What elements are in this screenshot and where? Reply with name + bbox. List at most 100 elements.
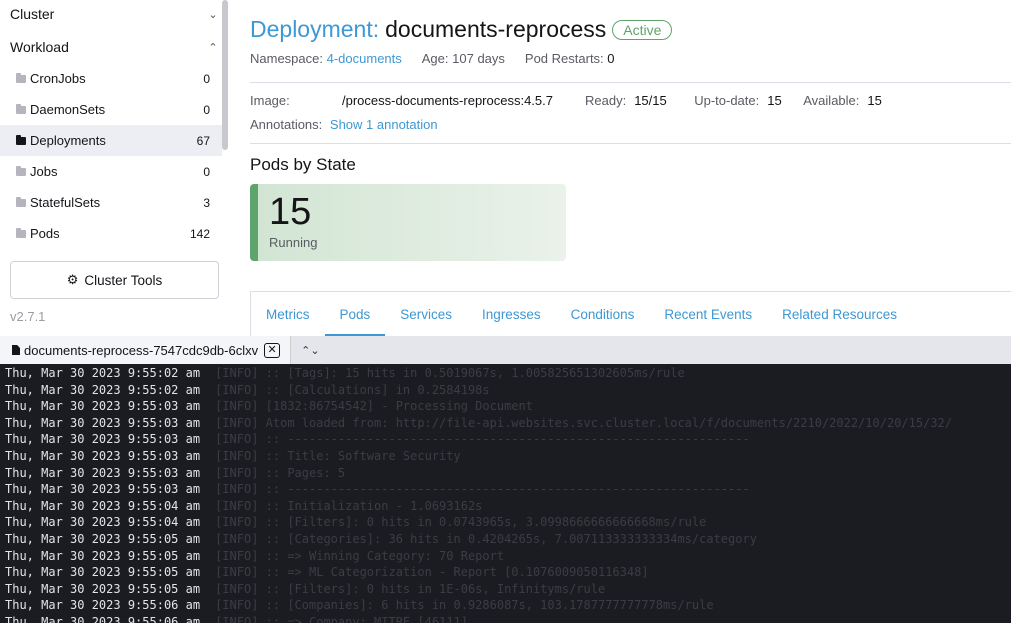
tab-related-resources[interactable]: Related Resources — [767, 292, 912, 336]
log-timestamp: Thu, Mar 30 2023 9:55:03 am — [5, 448, 201, 463]
log-message: [INFO] :: [Calculations] in 0.2584198s — [215, 382, 490, 397]
status-badge: Active — [612, 19, 673, 40]
log-line: Thu, Mar 30 2023 9:55:02 am [INFO] :: [Ca… — [0, 382, 1011, 399]
log-message: [INFO] :: [Companies]: 6 hits in 0.92860… — [215, 598, 714, 613]
namespace-label: Namespace: — [250, 51, 323, 66]
tab-services[interactable]: Services — [385, 292, 467, 336]
sidebar-item-deployments[interactable]: Deployments 67 — [0, 125, 222, 156]
log-timestamp: Thu, Mar 30 2023 9:55:03 am — [5, 415, 201, 430]
log-line: Thu, Mar 30 2023 9:55:06 am [INFO] :: [Co… — [0, 597, 1011, 614]
log-tab[interactable]: documents-reprocess-7547cdc9db-6clxv ✕ — [0, 336, 292, 364]
folder-icon — [16, 196, 26, 207]
folder-icon — [16, 165, 26, 176]
log-timestamp: Thu, Mar 30 2023 9:55:04 am — [5, 515, 201, 530]
chevron-up-icon: ⌃ — [208, 41, 218, 54]
sidebar-item-label: Deployments — [30, 133, 106, 148]
image-value: /process-documents-reprocess:4.5.7 — [342, 93, 553, 108]
log-timestamp: Thu, Mar 30 2023 9:55:04 am — [5, 498, 201, 513]
log-message: [INFO] :: [Tags]: 15 hits in 0.5019067s,… — [215, 366, 685, 380]
sidebar-item-count: 142 — [189, 226, 210, 241]
log-message: [INFO] :: => Company: MITRE [46111] — [215, 614, 468, 623]
namespace-link[interactable]: 4-documents — [327, 51, 402, 66]
sidebar-scrollbar[interactable] — [222, 0, 228, 150]
sidebar-group-label: Cluster — [10, 6, 55, 22]
log-message: [INFO] :: ------------------------------… — [215, 482, 750, 497]
uptodate-value: 15 — [767, 93, 782, 108]
expand-collapse-icon[interactable]: ⌃⌄ — [301, 344, 319, 357]
log-line: Thu, Mar 30 2023 9:55:03 am [INFO] :: Pag… — [0, 465, 1011, 482]
chevron-down-icon: ⌄ — [208, 8, 218, 21]
log-timestamp: Thu, Mar 30 2023 9:55:02 am — [5, 366, 201, 380]
annotations-label: Annotations: — [250, 117, 323, 132]
log-panel-tabbar: documents-reprocess-7547cdc9db-6clxv ✕ ⌃… — [0, 336, 1011, 364]
log-message: [INFO] :: [Filters]: 0 hits in 1E-06s, I… — [215, 581, 606, 596]
close-icon[interactable]: ✕ — [264, 342, 281, 358]
sidebar-item-label: Pods — [30, 226, 60, 241]
pod-state-card-running[interactable]: 15 Running — [250, 184, 566, 261]
sidebar-item-count: 0 — [203, 102, 210, 117]
sidebar-item-count: 3 — [203, 195, 210, 210]
log-line: Thu, Mar 30 2023 9:55:04 am [INFO] :: [Fi… — [0, 514, 1011, 531]
log-message: [INFO] [1832:86754542] - Processing Docu… — [215, 399, 533, 414]
tab-pods[interactable]: Pods — [324, 292, 386, 336]
folder-icon — [16, 227, 26, 238]
sidebar-item-cronjobs[interactable]: CronJobs 0 — [0, 63, 222, 94]
uptodate-label: Up-to-date: — [694, 93, 760, 108]
log-timestamp: Thu, Mar 30 2023 9:55:05 am — [5, 581, 201, 596]
log-line: Thu, Mar 30 2023 9:55:03 am [INFO] :: Tit… — [0, 448, 1011, 465]
sidebar-item-daemonsets[interactable]: DaemonSets 0 — [0, 94, 222, 125]
log-message: [INFO] Atom loaded from: http://file-api… — [215, 415, 952, 430]
sidebar-item-count: 0 — [203, 164, 210, 179]
ready-value: 15/15 — [634, 93, 667, 108]
pod-state-count: 15 — [269, 191, 312, 233]
image-label: Image: — [250, 93, 290, 108]
divider — [250, 82, 1011, 83]
restarts-label: Pod Restarts: — [524, 51, 604, 66]
log-message: [INFO] :: => ML Categorization - Report … — [215, 565, 649, 580]
sidebar-item-jobs[interactable]: Jobs 0 — [0, 156, 222, 187]
age-value: 107 days — [452, 51, 505, 66]
restarts-value: 0 — [607, 51, 615, 66]
tab-ingresses[interactable]: Ingresses — [467, 292, 556, 336]
restarts-field: Pod Restarts: 0 — [525, 51, 615, 66]
main-content: Deployment: documents-reprocess Active N… — [231, 0, 1011, 336]
tab-conditions[interactable]: Conditions — [556, 292, 650, 336]
gear-icon: ⚙ — [66, 272, 79, 287]
log-message: [INFO] :: => Winning Category: 70 Report — [215, 548, 505, 563]
folder-icon — [16, 103, 26, 114]
sidebar-item-label: StatefulSets — [30, 195, 101, 210]
log-message: [INFO] :: [Categories]: 36 hits in 0.420… — [215, 531, 757, 546]
log-line: Thu, Mar 30 2023 9:55:03 am [INFO] :: ---… — [0, 431, 1011, 448]
log-output[interactable]: Thu, Mar 30 2023 9:55:02 am [INFO] :: [Ta… — [0, 364, 1011, 623]
namespace-field: Namespace: 4-documents — [250, 51, 402, 66]
cluster-tools-button[interactable]: ⚙ Cluster Tools — [10, 261, 219, 299]
log-line: Thu, Mar 30 2023 9:55:03 am [INFO] Atom l… — [0, 415, 1011, 432]
folder-icon — [16, 72, 26, 83]
log-line: Thu, Mar 30 2023 9:55:06 am [INFO] :: => … — [0, 614, 1011, 623]
sidebar-item-label: DaemonSets — [30, 102, 106, 117]
pod-state-label: Running — [269, 235, 318, 250]
sidebar-group-label: Workload — [10, 39, 69, 55]
sidebar-item-statefulsets[interactable]: StatefulSets 3 — [0, 187, 222, 218]
tab-metrics[interactable]: Metrics — [251, 292, 325, 336]
sidebar: Cluster ⌄ Workload ⌃ CronJobs 0 DaemonSe… — [0, 0, 230, 336]
log-message: [INFO] :: [Filters]: 0 hits in 0.0743965… — [215, 515, 707, 530]
annotations-row: Annotations: Show 1 annotation — [250, 117, 438, 132]
sidebar-item-pods[interactable]: Pods 142 — [0, 218, 222, 249]
log-timestamp: Thu, Mar 30 2023 9:55:06 am — [5, 598, 201, 613]
sidebar-item-count: 0 — [203, 71, 210, 86]
sidebar-item-count: 67 — [196, 133, 210, 148]
log-timestamp: Thu, Mar 30 2023 9:55:03 am — [5, 399, 201, 414]
log-timestamp: Thu, Mar 30 2023 9:55:02 am — [5, 382, 201, 397]
divider — [250, 143, 1011, 144]
tab-recent-events[interactable]: Recent Events — [649, 292, 767, 336]
show-annotations-link[interactable]: Show 1 annotation — [330, 117, 438, 132]
ready-label: Ready: — [585, 93, 627, 108]
cluster-tools-label: Cluster Tools — [84, 272, 163, 288]
sidebar-group-workload[interactable]: Workload ⌃ — [10, 33, 220, 61]
log-timestamp: Thu, Mar 30 2023 9:55:03 am — [5, 465, 201, 480]
sidebar-group-cluster[interactable]: Cluster ⌄ — [10, 0, 220, 28]
log-line: Thu, Mar 30 2023 9:55:05 am [INFO] :: => … — [0, 564, 1011, 581]
resource-name: documents-reprocess — [385, 16, 607, 42]
log-message: [INFO] :: Initialization - 1.0693162s — [215, 498, 483, 513]
